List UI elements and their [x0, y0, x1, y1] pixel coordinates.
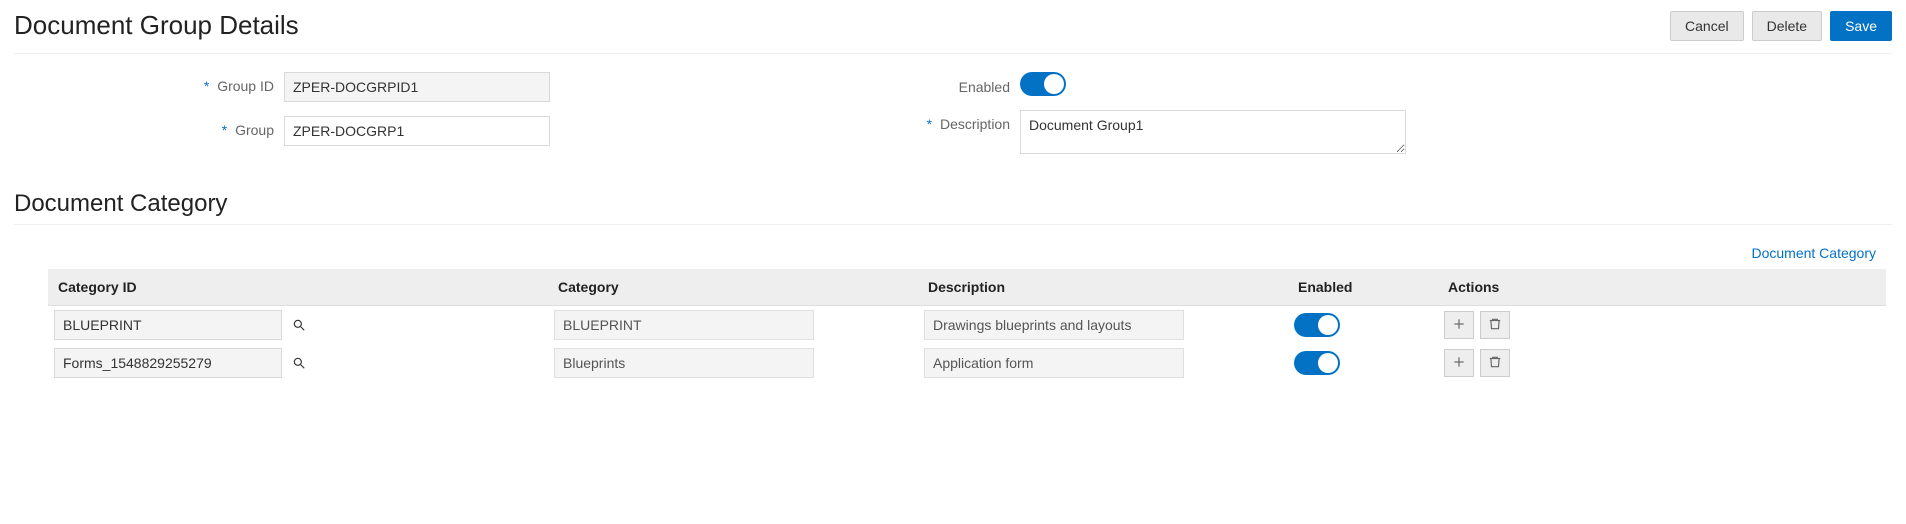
- enabled-toggle[interactable]: [1020, 72, 1066, 96]
- category-section-title: Document Category: [14, 190, 1892, 218]
- category-value: BLUEPRINT: [554, 310, 814, 340]
- delete-row-button[interactable]: [1480, 311, 1510, 339]
- required-indicator: *: [222, 122, 231, 138]
- category-grid: Category ID Category Description Enabled…: [48, 269, 1886, 382]
- add-row-button[interactable]: [1444, 349, 1474, 377]
- description-textarea[interactable]: [1020, 110, 1406, 154]
- group-label-text: Group: [235, 122, 274, 138]
- plus-icon: [1452, 317, 1466, 334]
- table-row: Blueprints Application form: [48, 344, 1886, 382]
- delete-button[interactable]: Delete: [1752, 11, 1822, 41]
- group-input[interactable]: [284, 116, 550, 146]
- form-col-left: * Group ID * Group: [74, 72, 550, 154]
- search-icon[interactable]: [286, 349, 312, 377]
- plus-icon: [1452, 355, 1466, 372]
- group-id-input[interactable]: [284, 72, 550, 102]
- category-divider: [14, 224, 1892, 225]
- form-area: * Group ID * Group Enabled * Description: [14, 72, 1892, 154]
- col-actions: Actions: [1438, 269, 1578, 305]
- table-row: BLUEPRINT Drawings blueprints and layout…: [48, 306, 1886, 344]
- document-category-link[interactable]: Document Category: [1751, 245, 1876, 261]
- header-divider: [14, 53, 1892, 54]
- cancel-button[interactable]: Cancel: [1670, 11, 1744, 41]
- save-button[interactable]: Save: [1830, 11, 1892, 41]
- enabled-label-text: Enabled: [959, 79, 1010, 95]
- page-title: Document Group Details: [14, 10, 299, 41]
- add-row-button[interactable]: [1444, 311, 1474, 339]
- trash-icon: [1488, 317, 1502, 334]
- description-value: Application form: [924, 348, 1184, 378]
- col-category: Category: [548, 269, 918, 305]
- category-id-input[interactable]: [54, 348, 282, 378]
- group-id-label-text: Group ID: [217, 78, 274, 94]
- group-id-label: * Group ID: [74, 72, 284, 94]
- delete-row-button[interactable]: [1480, 349, 1510, 377]
- form-col-right: Enabled * Description: [810, 72, 1406, 154]
- group-label: * Group: [74, 116, 284, 138]
- grid-header: Category ID Category Description Enabled…: [48, 269, 1886, 306]
- required-indicator: *: [204, 78, 213, 94]
- col-category-id: Category ID: [48, 269, 548, 305]
- row-enabled-toggle[interactable]: [1294, 351, 1340, 375]
- enabled-label: Enabled: [810, 73, 1020, 95]
- header-actions: Cancel Delete Save: [1670, 11, 1892, 41]
- search-icon[interactable]: [286, 311, 312, 339]
- description-label: * Description: [810, 110, 1020, 132]
- row-enabled-toggle[interactable]: [1294, 313, 1340, 337]
- category-value: Blueprints: [554, 348, 814, 378]
- col-description: Description: [918, 269, 1288, 305]
- trash-icon: [1488, 355, 1502, 372]
- description-value: Drawings blueprints and layouts: [924, 310, 1184, 340]
- col-enabled: Enabled: [1288, 269, 1438, 305]
- description-label-text: Description: [940, 116, 1010, 132]
- category-link-row: Document Category: [14, 245, 1892, 261]
- required-indicator: *: [927, 116, 936, 132]
- category-id-input[interactable]: [54, 310, 282, 340]
